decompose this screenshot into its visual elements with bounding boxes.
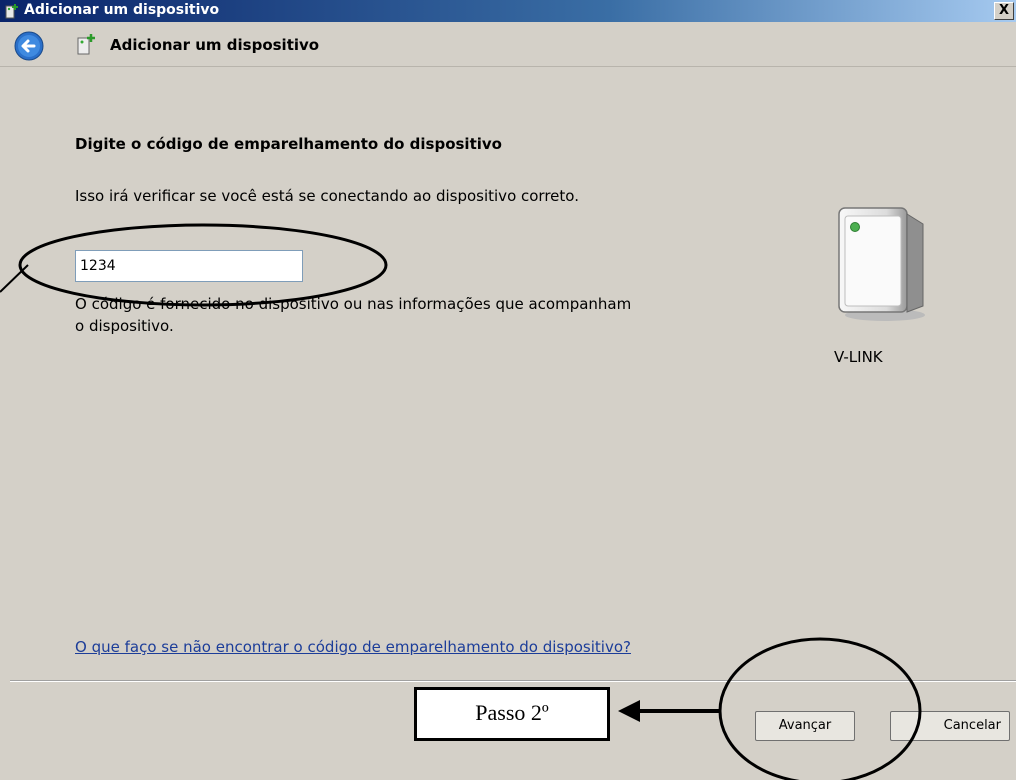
back-arrow-icon <box>14 31 44 61</box>
add-device-icon <box>4 3 20 23</box>
close-button[interactable]: X <box>994 2 1014 20</box>
add-device-window: Adicionar um dispositivo X Adicionar um … <box>0 0 1016 780</box>
section-description: Isso irá verificar se você está se conec… <box>75 187 579 205</box>
window-title: Adicionar um dispositivo <box>24 2 220 18</box>
device-name: V-LINK <box>834 348 883 366</box>
device-tower-icon <box>827 190 942 329</box>
footer-divider <box>10 680 1016 682</box>
pairing-code-input[interactable] <box>75 250 303 282</box>
pairing-code-hint: O código é fornecido no dispositivo ou n… <box>75 295 632 335</box>
page-title: Adicionar um dispositivo <box>110 36 320 54</box>
annotation-pointer-line <box>0 264 29 293</box>
step-annotation-box: Passo 2º <box>414 687 610 741</box>
title-bar: Adicionar um dispositivo X <box>0 0 1016 22</box>
annotation-arrow-head <box>618 700 640 722</box>
next-button[interactable]: Avançar <box>755 711 855 741</box>
annotation-overlay <box>0 223 922 780</box>
annotation-circle-next <box>718 637 922 780</box>
cancel-button[interactable]: Cancelar <box>890 711 1010 741</box>
back-button[interactable] <box>14 31 44 61</box>
help-link[interactable]: O que faço se não encontrar o código de … <box>75 638 631 656</box>
navigation-bar: Adicionar um dispositivo <box>0 22 1016 67</box>
section-heading: Digite o código de emparelhamento do dis… <box>75 135 502 153</box>
add-device-icon <box>75 32 97 60</box>
